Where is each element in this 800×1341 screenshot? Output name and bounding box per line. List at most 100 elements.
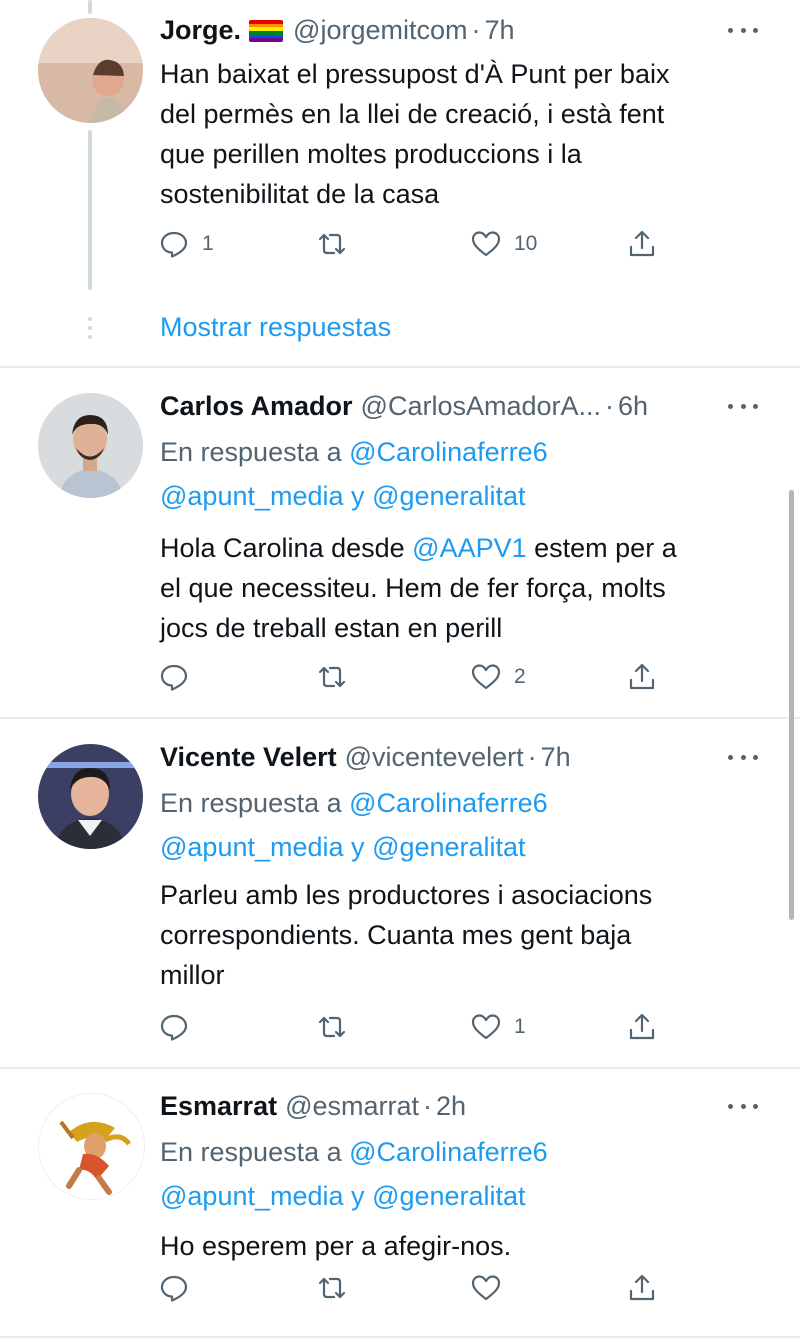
avatar[interactable] [38,18,143,123]
rainbow-flag-icon [249,20,284,42]
avatar-image [39,1094,144,1199]
more-horizontal-icon[interactable] [728,396,758,416]
heart-icon [471,1014,501,1040]
separator-dot: · [527,742,537,772]
text-line: Ho esperem per a afegir-nos. [160,1231,512,1261]
reply-button[interactable] [158,1268,190,1308]
tweet-vicente-velert[interactable]: Vicente Velert @vicentevelert · 7h En re… [0,737,800,1067]
tweet-jorge[interactable]: Jorge. @jorgemitcom · 7h Han baixat el p… [0,10,800,365]
retweet-button[interactable] [316,1007,348,1047]
like-button[interactable]: 1 [470,1007,526,1047]
tweet-header: Carlos Amador @CarlosAmadorA... · 6h [160,386,730,426]
avatar[interactable] [38,744,143,849]
text-segment: estem per a [526,533,677,563]
separator-dot: · [471,15,481,45]
divider [0,1336,800,1338]
like-count: 1 [514,1015,526,1038]
reply-context: En respuesta a @Carolinaferre6 @apunt_me… [160,781,760,869]
reply-context: En respuesta a @Carolinaferre6 @apunt_me… [160,430,760,518]
separator-dot: · [423,1091,433,1121]
avatar-image [38,18,143,123]
scrollbar-thumb[interactable] [789,490,794,920]
retweet-icon [318,666,346,688]
text-line: Parleu amb les productores i asociacions [160,880,653,910]
share-button[interactable] [626,657,658,697]
share-icon [629,1274,655,1301]
like-button[interactable]: 2 [470,657,526,697]
mention-link[interactable]: @apunt_media [160,481,344,511]
mention-link[interactable]: @Carolinaferre6 [349,788,548,818]
reply-prefix: En respuesta a [160,437,342,467]
thread-line [88,130,92,290]
thread-dots [87,317,93,344]
mention-link[interactable]: @Carolinaferre6 [349,1137,548,1167]
mention-link[interactable]: @generalitat [372,481,526,511]
avatar[interactable] [38,393,143,498]
divider [0,717,800,719]
mention-link[interactable]: @Carolinaferre6 [349,437,548,467]
speech-bubble-icon [160,1014,188,1041]
like-button[interactable] [470,1268,502,1308]
mention-link[interactable]: @AAPV1 [412,533,526,563]
avatar[interactable] [38,1093,145,1200]
display-name[interactable]: Jorge. [160,10,241,50]
reply-conjunction: y [351,1181,365,1211]
timestamp[interactable]: 2h [436,1086,466,1126]
share-icon [629,230,655,257]
tweet-text: Hola Carolina desde @AAPV1 estem per a e… [160,528,760,648]
retweet-button[interactable] [316,1268,348,1308]
tweet-header: Vicente Velert @vicentevelert · 7h [160,737,730,777]
text-segment: Hola Carolina desde [160,533,405,563]
timestamp[interactable]: 7h [541,737,571,777]
mention-link[interactable]: @generalitat [372,1181,526,1211]
avatar-image [38,744,143,849]
heart-icon [471,1275,501,1301]
reply-conjunction: y [351,832,365,862]
text-line: millor [160,960,225,990]
display-name[interactable]: Vicente Velert [160,737,337,777]
retweet-button[interactable] [316,657,348,697]
mention-link[interactable]: @apunt_media [160,1181,344,1211]
reply-conjunction: y [351,481,365,511]
divider [0,366,800,368]
tweet-text: Parleu amb les productores i asociacions… [160,875,760,995]
share-icon [629,663,655,690]
retweet-icon [318,1277,346,1299]
timestamp[interactable]: 6h [618,386,648,426]
user-handle[interactable]: @esmarrat [285,1086,419,1126]
show-replies-link[interactable]: Mostrar respuestas [160,307,391,347]
text-line: correspondients. Cuanta mes gent baja [160,920,632,950]
text-line: jocs de treball estan en perill [160,613,503,643]
tweet-text: Ho esperem per a afegir-nos. [160,1226,760,1266]
share-button[interactable] [626,1268,658,1308]
mention-link[interactable]: @apunt_media [160,832,344,862]
reply-prefix: En respuesta a [160,1137,342,1167]
user-handle[interactable]: @vicentevelert [345,737,524,777]
user-handle[interactable]: @jorgemitcom [293,10,467,50]
share-button[interactable] [626,224,658,264]
like-button[interactable]: 10 [470,224,537,264]
like-count: 2 [514,665,526,688]
tweet-carlos-amador[interactable]: Carlos Amador @CarlosAmadorA... · 6h En … [0,386,800,716]
more-horizontal-icon[interactable] [728,747,758,767]
retweet-button[interactable] [316,224,348,264]
reply-button[interactable] [158,657,190,697]
tweet-esmarrat[interactable]: Esmarrat @esmarrat · 2h En respuesta a @… [0,1086,800,1336]
reply-button[interactable]: 1 [158,224,214,264]
reply-button[interactable] [158,1007,190,1047]
text-line: del permès en la llei de creació, i està… [160,99,665,129]
more-horizontal-icon[interactable] [728,20,758,40]
user-handle[interactable]: @CarlosAmadorA... [361,386,601,426]
heart-icon [471,231,501,257]
speech-bubble-icon [160,664,188,691]
share-button[interactable] [626,1007,658,1047]
reply-count: 1 [202,232,214,255]
timestamp[interactable]: 7h [484,10,514,50]
tweet-header: Esmarrat @esmarrat · 2h [160,1086,730,1126]
display-name[interactable]: Esmarrat [160,1086,277,1126]
text-line: el que necessiteu. Hem de fer força, mol… [160,573,666,603]
more-horizontal-icon[interactable] [728,1096,758,1116]
display-name[interactable]: Carlos Amador [160,386,353,426]
mention-link[interactable]: @generalitat [372,832,526,862]
reply-prefix: En respuesta a [160,788,342,818]
